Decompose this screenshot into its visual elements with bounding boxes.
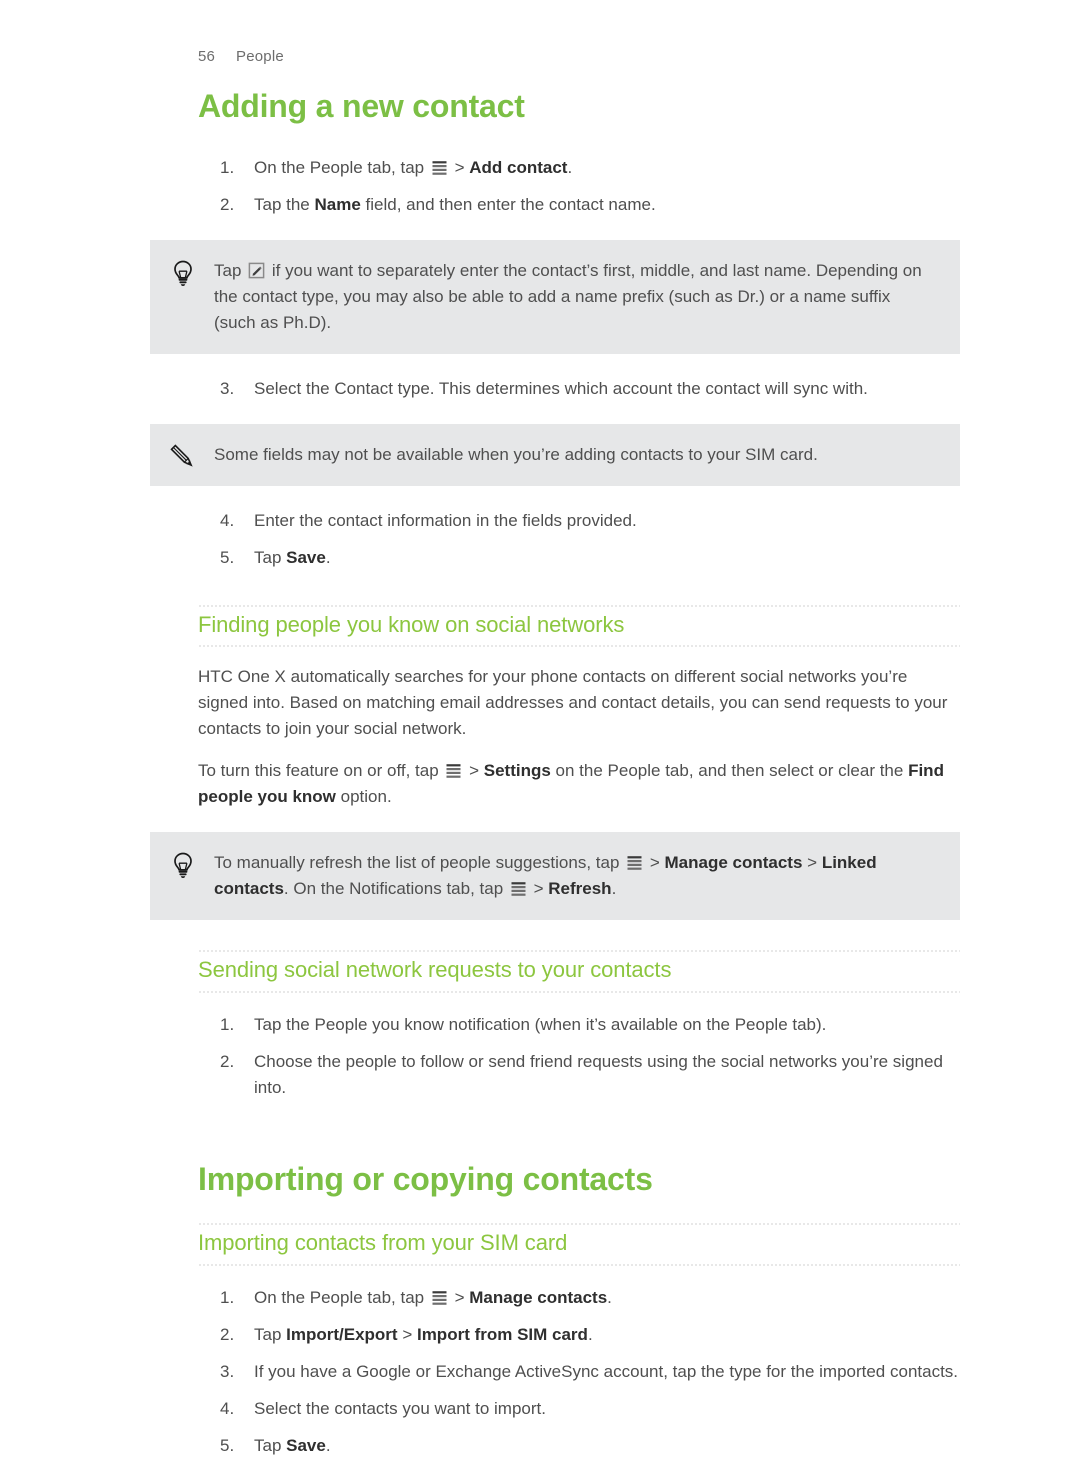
list-item: 1. On the People tab, tap > Manage contac… [198, 1285, 960, 1311]
list-item-number: 3. [220, 1361, 235, 1381]
tip-text-name-fields: Tap if you want to separately enter the … [214, 260, 922, 332]
list-item-number: 4. [220, 510, 235, 530]
heading-importing-sim: Importing contacts from your SIM card [198, 1230, 568, 1256]
emphasis-text: Manage contacts [664, 853, 803, 873]
list-item-text: Enter the contact information in the fie… [254, 510, 637, 530]
tip-callout-refresh-suggestions: To manually refresh the list of people s… [150, 832, 960, 921]
page-number: 56 [198, 48, 216, 65]
list-item-text: Tap Save. [254, 1435, 331, 1455]
steps-adding-contact-3: 4. Enter the contact information in the f… [198, 508, 960, 571]
list-item-text: If you have a Google or Exchange ActiveS… [254, 1361, 959, 1381]
emphasis-text: Find people you know [198, 761, 944, 807]
steps-sending-requests: 1. Tap the People you know notification (… [198, 1012, 960, 1101]
menu-icon [445, 761, 462, 778]
list-item: 2. Tap the Name field, and then enter the… [198, 192, 960, 218]
paragraphs-finding-people: HTC One X automatically searches for you… [198, 664, 960, 810]
pencil-icon [166, 440, 200, 474]
note-callout-sim-fields: Some fields may not be available when yo… [150, 423, 960, 486]
menu-icon [626, 853, 643, 870]
steps-importing-sim: 1. On the People tab, tap > Manage contac… [198, 1285, 960, 1459]
list-item-text: Select the contacts you want to import. [254, 1398, 546, 1418]
divider-bottom [198, 990, 960, 993]
list-item: 5. Tap Save. [198, 545, 960, 571]
edit-icon [248, 261, 265, 279]
heading-sending-requests: Sending social network requests to your … [198, 957, 672, 983]
emphasis-text: Import from SIM card [416, 1324, 588, 1344]
list-item-text: Tap Import/Export > Import from SIM card… [254, 1324, 593, 1344]
steps-adding-contact-1: 1. On the People tab, tap > Add contact. 2… [198, 155, 960, 218]
list-item-number: 5. [220, 1435, 235, 1455]
page-content: Adding a new contact 1. On the People tab… [150, 88, 960, 1459]
list-item-number: 1. [220, 157, 235, 177]
list-item: 4. Enter the contact information in the f… [198, 508, 960, 534]
lightbulb-icon [166, 256, 200, 290]
list-item-number: 2. [220, 1324, 235, 1344]
list-item-number: 3. [220, 378, 235, 398]
emphasis-text: Settings [483, 761, 551, 781]
menu-icon [431, 1288, 448, 1305]
menu-icon [510, 879, 527, 896]
list-item-text: On the People tab, tap > Add contact. [254, 157, 573, 177]
running-header: 56 People [198, 48, 284, 65]
list-item-number: 5. [220, 547, 235, 567]
heading-importing-or-copying: Importing or copying contacts [198, 1160, 653, 1197]
emphasis-text: Add contact [469, 157, 568, 177]
list-item: 4. Select the contacts you want to import… [198, 1396, 960, 1422]
list-item: 5. Tap Save. [198, 1433, 960, 1459]
paragraph: HTC One X automatically searches for you… [198, 667, 948, 739]
list-item: 2. Choose the people to follow or send fr… [198, 1049, 960, 1101]
list-item: 2. Tap Import/Export > Import from SIM ca… [198, 1322, 960, 1348]
tip-text-refresh-suggestions: To manually refresh the list of people s… [214, 853, 877, 899]
document-page: 56 People Adding a new contact 1. On the P… [0, 0, 1080, 1455]
list-item-number: 2. [220, 1051, 235, 1071]
note-text-sim-fields: Some fields may not be available when yo… [214, 444, 818, 464]
menu-icon [431, 158, 448, 175]
list-item-number: 2. [220, 194, 235, 214]
heading-adding-a-new-contact: Adding a new contact [198, 88, 525, 124]
emphasis-text: Refresh [548, 879, 612, 899]
divider-bottom [198, 645, 960, 648]
divider-bottom [198, 1263, 960, 1266]
running-header-section: People [236, 48, 284, 65]
list-item: 1. Tap the People you know notification (… [198, 1012, 960, 1038]
steps-adding-contact-2: 3. Select the Contact type. This determin… [198, 376, 960, 402]
paragraph: To turn this feature on or off, tap > Se… [198, 761, 944, 807]
emphasis-text: Name [314, 194, 361, 214]
list-item-text: Tap the Name field, and then enter the c… [254, 194, 656, 214]
list-item-text: Tap Save. [254, 547, 331, 567]
emphasis-text: Import/Export [286, 1324, 398, 1344]
heading-finding-people: Finding people you know on social networ… [198, 611, 625, 637]
list-item: 3. Select the Contact type. This determin… [198, 376, 960, 402]
subheading-block-importing-sim: Importing contacts from your SIM card [198, 1223, 960, 1266]
subheading-block-sending-requests: Sending social network requests to your … [198, 950, 960, 993]
subheading-block-finding-people: Finding people you know on social networ… [198, 604, 960, 648]
list-item-text: Tap the People you know notification (wh… [254, 1014, 827, 1034]
list-item-number: 1. [220, 1014, 235, 1034]
lightbulb-icon [166, 848, 200, 882]
emphasis-text: Save [286, 547, 326, 567]
emphasis-text: Manage contacts [469, 1287, 608, 1307]
list-item-text: Select the Contact type. This determines… [254, 378, 868, 398]
list-item-number: 1. [220, 1287, 235, 1307]
list-item-number: 4. [220, 1398, 235, 1418]
list-item: 3. If you have a Google or Exchange Activ… [198, 1359, 960, 1385]
tip-callout-name-fields: Tap if you want to separately enter the … [150, 239, 960, 354]
list-item-text: Choose the people to follow or send frie… [254, 1051, 943, 1097]
list-item-text: On the People tab, tap > Manage contacts… [254, 1287, 612, 1307]
emphasis-text: Save [286, 1435, 326, 1455]
list-item: 1. On the People tab, tap > Add contact. [198, 155, 960, 181]
